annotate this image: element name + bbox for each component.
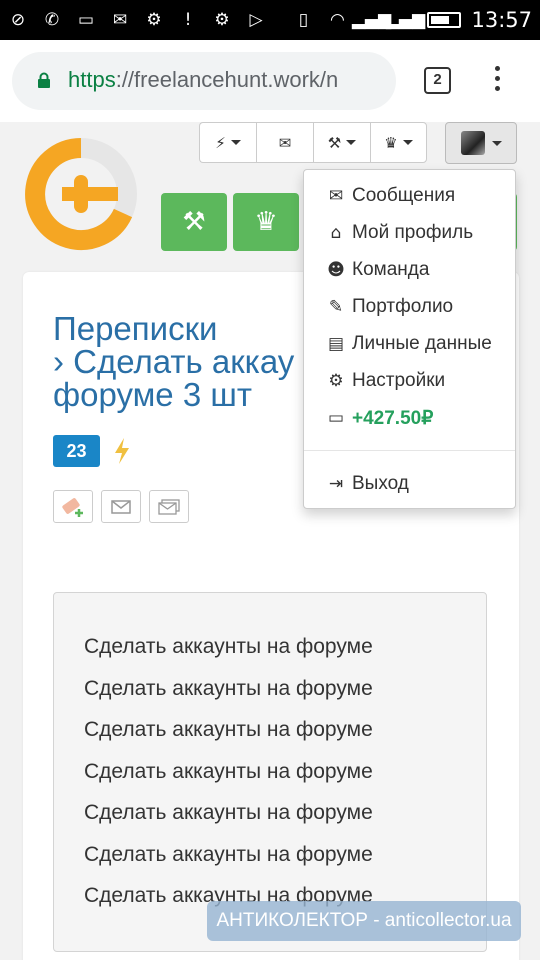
watermark: АНТИКОЛЕКТОР - anticollector.ua: [207, 901, 521, 941]
android-debug-icon: ⚙: [214, 10, 230, 30]
profile-dropdown-button[interactable]: [445, 122, 517, 164]
wifi-icon: ◠: [330, 10, 345, 30]
thread-title-line: › Сделать аккау: [53, 343, 295, 380]
envelope-icon: ✉: [328, 186, 344, 206]
gear-icon: ⚙: [328, 371, 344, 391]
browser-toolbar: https://freelancehunt.work/n 2: [0, 40, 540, 122]
projects-button[interactable]: ⚒: [161, 193, 227, 251]
thread-actions: [53, 490, 189, 523]
menu-item-label: Настройки: [352, 370, 446, 391]
vibrate-icon: ▯: [298, 10, 309, 30]
envelope-icon: ✉: [278, 133, 292, 152]
url-scheme: https: [68, 67, 116, 92]
bid-count-badge: 23: [53, 435, 100, 467]
menu-item-label: Мой профиль: [352, 222, 474, 243]
add-user-button[interactable]: [53, 490, 93, 523]
message-line: Сделать аккаунты на форуме: [84, 635, 373, 658]
gavel-icon: ⚒: [327, 133, 342, 152]
address-bar[interactable]: https://freelancehunt.work/n: [12, 52, 396, 110]
play-store-icon: ▷: [249, 10, 263, 30]
bolt-icon: [115, 438, 129, 464]
gavel-icon: ⚒: [182, 207, 206, 237]
page-title: Переписки › Сделать аккау форуме 3 шт: [53, 312, 313, 411]
header-toolbar: ⚡ ✉ ⚒ ♛: [199, 122, 427, 163]
menu-item-label: Личные данные: [352, 333, 492, 354]
menu-item-label: Сообщения: [352, 185, 456, 206]
battery-icon: [427, 12, 462, 28]
no-sim-icon: ⊘: [10, 10, 26, 30]
users-icon: ☻: [327, 260, 345, 280]
menu-item-label: Команда: [352, 259, 430, 280]
menu-item-profile[interactable]: ⌂ Мой профиль: [326, 218, 474, 248]
trophy-icon: ♛: [254, 207, 278, 237]
message-line: Сделать аккаунты на форуме: [84, 759, 373, 783]
menu-divider: [304, 450, 515, 451]
message-line: Сделать аккаунты на форуме: [84, 842, 373, 866]
android-debug-icon: ⚙: [146, 10, 162, 30]
id-card-icon: ▤: [327, 334, 345, 354]
trophy-icon: ♛: [384, 133, 398, 152]
profile-dropdown-menu: ✉ Сообщения ⌂ Мой профиль ☻ Команда ✎ Портфо…: [303, 169, 516, 509]
tab-switcher-button[interactable]: 2: [424, 67, 451, 94]
menu-item-messages[interactable]: ✉ Сообщения: [326, 181, 455, 211]
contests-dropdown-button[interactable]: ♛: [370, 122, 427, 163]
menu-item-balance[interactable]: ▭ +427.50₽: [326, 403, 433, 433]
message-button[interactable]: [101, 490, 141, 523]
message-body: Сделать аккаунты на форуме Сделать аккау…: [53, 592, 487, 952]
message-line: Сделать аккаунты на форуме: [84, 676, 373, 700]
more-menu-icon[interactable]: [490, 66, 504, 96]
eraser-plus-icon: [62, 497, 83, 517]
message-line: Сделать аккаунты на форуме: [84, 801, 373, 824]
sign-out-icon: ⇥: [328, 474, 344, 494]
menu-item-label: Выход: [352, 473, 409, 494]
menu-item-label: Портфолио: [352, 296, 454, 317]
clock: 13:57: [471, 8, 532, 32]
balance-amount: +427.50₽: [352, 407, 434, 429]
message-line: Сделать аккаунты на форуме: [84, 718, 373, 741]
breadcrumb-link[interactable]: Переписки: [53, 312, 313, 345]
projects-dropdown-button[interactable]: ⚒: [313, 122, 370, 163]
message-all-button[interactable]: [149, 490, 189, 523]
bolt-icon: ⚡: [215, 133, 226, 152]
viber-icon: ✆: [44, 10, 60, 30]
alert-icon: !: [184, 10, 192, 30]
menu-item-personal-data[interactable]: ▤ Личные данные: [326, 329, 492, 359]
contests-button[interactable]: ♛: [233, 193, 299, 251]
message-icon: ✉: [112, 10, 128, 30]
bids-dropdown-button[interactable]: ⚡: [199, 122, 256, 163]
avatar: [460, 131, 485, 155]
signal-1-icon: ▂▄▆: [351, 10, 392, 30]
url-path: ://freelancehunt.work/n: [115, 67, 339, 92]
signal-2-icon: ▂▄▆: [385, 10, 426, 30]
status-bar: ⊘ ✆ ▭ ✉ ⚙ ! ⚙ ▷ ▯ ◠ ▂▄▆ ▂▄▆ 13:57: [0, 0, 540, 40]
menu-item-settings[interactable]: ⚙ Настройки: [326, 366, 445, 396]
menu-item-logout[interactable]: ⇥ Выход: [326, 469, 409, 499]
envelope-icon: [111, 499, 131, 514]
url-text[interactable]: https://freelancehunt.work/n: [68, 67, 338, 93]
thread-title-line: форуме 3 шт: [53, 376, 252, 413]
credit-card-icon: ▭: [327, 408, 345, 428]
image-icon: ▭: [77, 10, 95, 30]
lock-icon: [38, 72, 50, 88]
freelancehunt-logo: [25, 138, 137, 250]
menu-item-team[interactable]: ☻ Команда: [326, 255, 429, 285]
messages-button[interactable]: ✉: [256, 122, 313, 163]
home-icon: ⌂: [330, 223, 342, 243]
menu-item-portfolio[interactable]: ✎ Портфолио: [326, 292, 453, 322]
brush-icon: ✎: [328, 297, 344, 317]
envelopes-icon: [158, 498, 180, 515]
